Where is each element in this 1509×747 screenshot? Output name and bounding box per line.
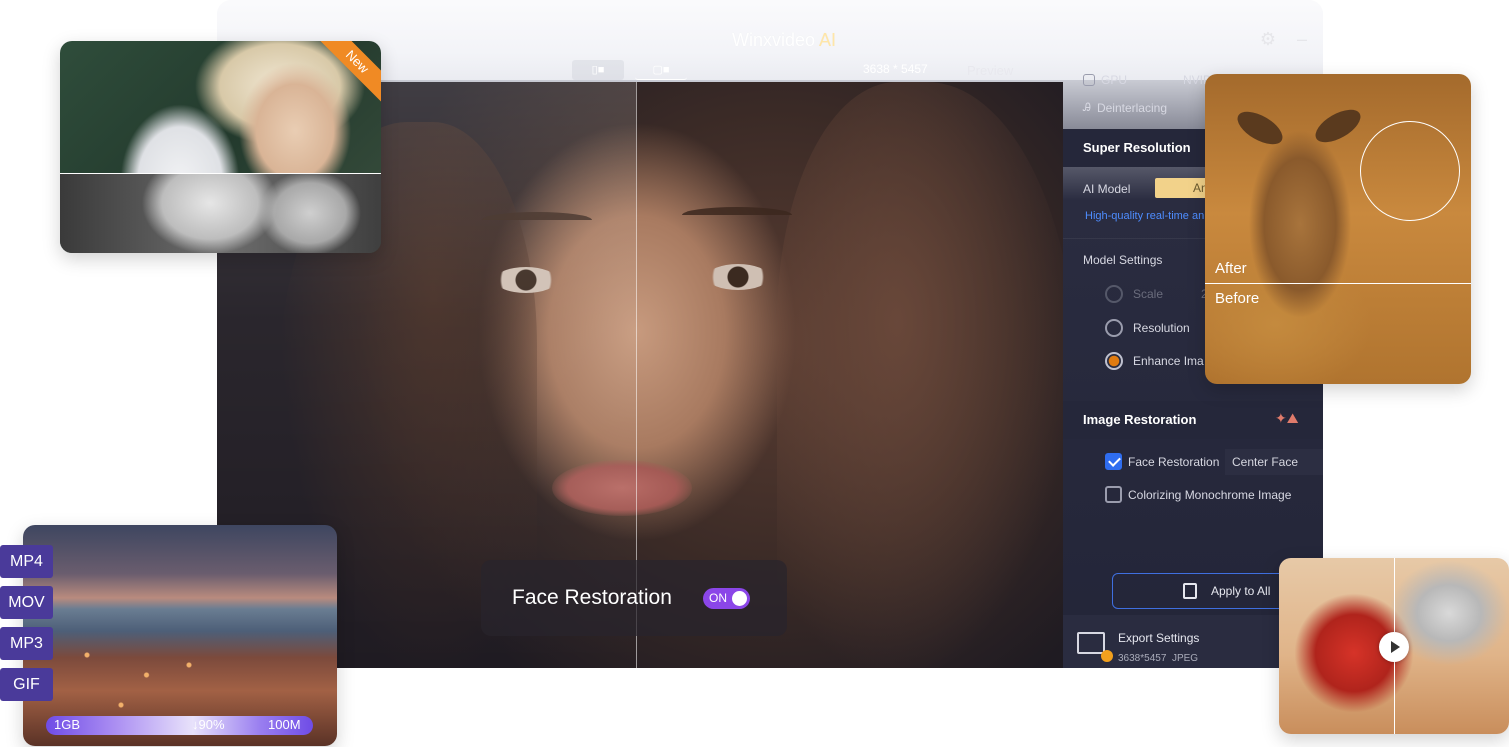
upscale-sample-card: After Before bbox=[1205, 74, 1471, 384]
app-title: Winxvideo AI bbox=[732, 30, 836, 51]
export-monitor-icon bbox=[1077, 632, 1113, 662]
hair-right bbox=[777, 82, 1063, 668]
apply-to-all-label: Apply to All bbox=[1211, 584, 1271, 598]
deinterlacing-label: Deinterlacing bbox=[1096, 101, 1167, 115]
eye-right bbox=[707, 264, 769, 290]
format-badge-mp4: MP4 bbox=[0, 545, 53, 578]
play-icon[interactable] bbox=[1379, 632, 1409, 662]
face-restoration-label: Face Restoration bbox=[1128, 454, 1220, 469]
split-view-toggle[interactable]: ▢■ bbox=[635, 60, 687, 80]
app-title-ai: AI bbox=[819, 30, 837, 50]
single-view-toggle[interactable]: ▯■ bbox=[572, 60, 624, 80]
compress-sample-card bbox=[23, 525, 337, 746]
enhance-label: Enhance Ima bbox=[1133, 354, 1204, 368]
size-to: 100M bbox=[268, 717, 301, 732]
model-settings-title-text: Model Settings bbox=[1083, 253, 1163, 267]
face-mode-select[interactable]: Center Face bbox=[1225, 449, 1323, 475]
scale-label: Scale bbox=[1133, 287, 1164, 301]
size-from: 1GB bbox=[54, 717, 81, 732]
enhance-option[interactable]: Enhance Ima bbox=[1105, 352, 1204, 370]
face-restoration-chip: Face Restoration ON bbox=[481, 560, 787, 636]
size-reduction: ↓90% bbox=[192, 717, 225, 732]
monochrome-half bbox=[60, 173, 381, 253]
scale-radio[interactable] bbox=[1105, 285, 1123, 303]
apply-icon bbox=[1183, 583, 1197, 599]
format-badge-gif: GIF bbox=[0, 668, 53, 701]
colorizing-checkbox[interactable] bbox=[1105, 486, 1122, 503]
face-restoration-option[interactable]: Face Restoration bbox=[1105, 453, 1219, 470]
switch-knob bbox=[732, 591, 747, 606]
settings-icon[interactable]: ⚙ bbox=[1257, 28, 1279, 50]
gpu-label: GPU bbox=[1101, 73, 1128, 87]
switch-state: ON bbox=[709, 591, 727, 605]
brow-right bbox=[682, 207, 792, 223]
export-resolution: 3638*5457 bbox=[1118, 653, 1167, 664]
stabilize-sample-card bbox=[1279, 558, 1509, 734]
app-title-main: Winxvideo bbox=[732, 30, 816, 50]
scale-option[interactable]: Scale 2 bbox=[1105, 285, 1208, 303]
format-badge-mov: MOV bbox=[0, 586, 53, 619]
export-details: 3638*5457 JPEG bbox=[1118, 653, 1198, 664]
face-restoration-switch[interactable]: ON bbox=[703, 588, 750, 609]
enhance-radio[interactable] bbox=[1105, 352, 1123, 370]
colorizing-option[interactable]: Colorizing Monochrome Image bbox=[1105, 486, 1291, 503]
minimize-icon[interactable]: – bbox=[1291, 28, 1313, 50]
gpu-checkbox[interactable] bbox=[1083, 74, 1095, 86]
before-label: Before bbox=[1215, 290, 1260, 307]
resolution-radio[interactable] bbox=[1105, 319, 1123, 337]
gpu-row[interactable]: GPU NVID bbox=[1083, 73, 1212, 87]
ai-model-label: AI Model bbox=[1083, 182, 1130, 196]
size-reduction-bar: 1GB ↓90% 100M bbox=[46, 716, 313, 735]
ai-model-label-text: AI Model bbox=[1083, 182, 1131, 196]
compare-line bbox=[1205, 283, 1471, 284]
new-badge: New bbox=[313, 41, 381, 106]
deinterlacing-row[interactable]: Ꭿ Deinterlacing bbox=[1083, 101, 1167, 115]
colorizing-label: Colorizing Monochrome Image bbox=[1128, 487, 1292, 502]
compare-line bbox=[60, 173, 381, 174]
preview-resolution: 3638 * 5457 bbox=[863, 62, 928, 76]
model-settings-title: Model Settings bbox=[1083, 253, 1162, 267]
deer-ear-right bbox=[1310, 103, 1366, 149]
resolution-option[interactable]: Resolution bbox=[1105, 319, 1190, 337]
format-badge-mp3: MP3 bbox=[0, 627, 53, 660]
preview-tab[interactable]: Preview bbox=[967, 63, 1013, 78]
ai-model-description: High-quality real-time ani bbox=[1085, 210, 1207, 222]
town-lights bbox=[53, 625, 223, 725]
export-gear-icon bbox=[1101, 650, 1113, 662]
export-title: Export Settings bbox=[1118, 631, 1200, 645]
export-format: JPEG bbox=[1171, 653, 1199, 664]
resolution-label: Resolution bbox=[1133, 321, 1190, 335]
face-restoration-checkbox[interactable] bbox=[1105, 453, 1122, 470]
face-restoration-chip-label: Face Restoration bbox=[512, 586, 672, 609]
colorize-sample-card: New bbox=[60, 41, 381, 253]
deinterlacing-icon: Ꭿ bbox=[1083, 101, 1091, 114]
after-label: After bbox=[1215, 260, 1247, 277]
sparkle-mountain-icon: ✦⛰ bbox=[1275, 410, 1299, 426]
magnifier-circle bbox=[1360, 121, 1460, 221]
deer-ear-left bbox=[1232, 105, 1288, 151]
app-window: Winxvideo AI ⚙ – ▯■ ▢■ 3638 * 5457 Face R… bbox=[217, 0, 1323, 668]
